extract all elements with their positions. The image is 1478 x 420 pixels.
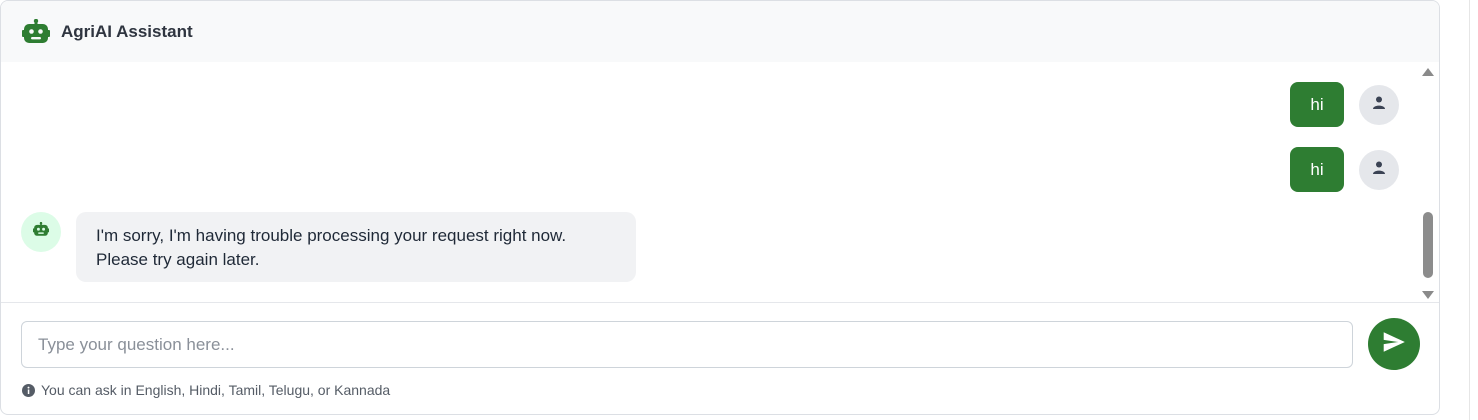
robot-icon	[33, 221, 49, 242]
user-avatar	[1359, 149, 1399, 190]
info-icon	[22, 383, 35, 397]
send-button[interactable]	[1368, 318, 1420, 370]
scroll-down-arrow-icon[interactable]	[1422, 291, 1434, 299]
bot-message-bubble: I'm sorry, I'm having trouble processing…	[76, 212, 636, 282]
user-message-bubble: hi	[1290, 82, 1344, 127]
scroll-up-arrow-icon[interactable]	[1422, 68, 1434, 76]
chat-title: AgriAI Assistant	[61, 21, 193, 41]
scroll-thumb[interactable]	[1423, 212, 1433, 278]
user-message: hi	[1290, 147, 1399, 192]
language-hint-text: You can ask in English, Hindi, Tamil, Te…	[41, 382, 391, 398]
chat-header: AgriAI Assistant	[1, 1, 1439, 62]
question-input[interactable]	[22, 322, 1352, 367]
page-scroll-edge	[1469, 0, 1470, 420]
user-icon	[1373, 96, 1385, 114]
message-scrollbar[interactable]	[1421, 66, 1435, 301]
question-input-wrapper[interactable]	[21, 321, 1353, 368]
user-message-bubble: hi	[1290, 147, 1344, 192]
bot-avatar	[21, 212, 61, 252]
composer-divider	[1, 302, 1439, 303]
user-avatar	[1359, 84, 1399, 125]
user-icon	[1373, 161, 1385, 179]
send-icon	[1380, 329, 1408, 360]
robot-icon	[21, 17, 51, 47]
user-message: hi	[1290, 82, 1399, 127]
message-list[interactable]: hi hi I'm sorry, I'm having trouble proc…	[1, 62, 1439, 302]
chat-panel: AgriAI Assistant hi hi I'm sorry, I'm ha…	[0, 0, 1440, 415]
bot-message: I'm sorry, I'm having trouble processing…	[21, 212, 636, 282]
language-hint: You can ask in English, Hindi, Tamil, Te…	[22, 382, 390, 398]
